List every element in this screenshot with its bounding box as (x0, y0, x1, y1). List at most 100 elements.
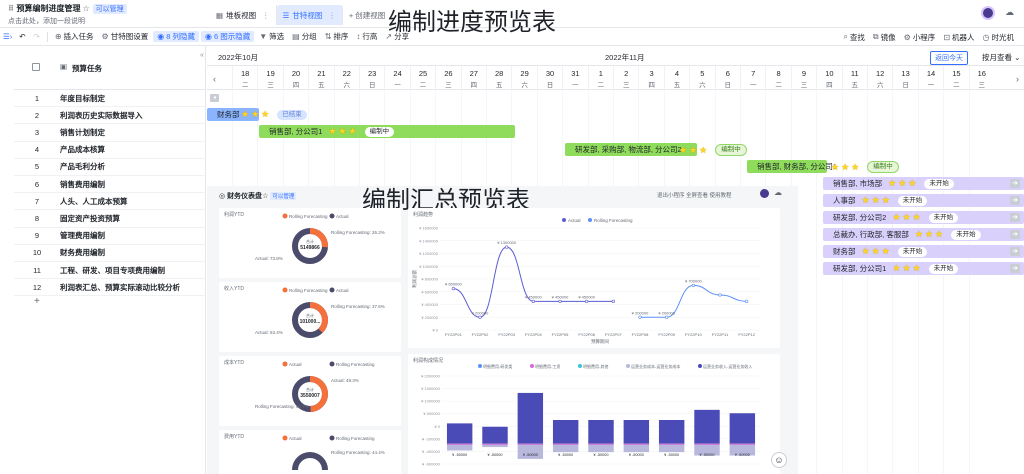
gantt-bar[interactable]: 财务部 ★★★ 未开始 ➜ (823, 245, 1024, 258)
task-name[interactable]: 人头、人工成本预算 (60, 196, 128, 207)
sidebar-toggle-icon[interactable]: ☰› (0, 32, 15, 41)
hidden-legend-button[interactable]: ◉ 6 图示隐藏 (200, 31, 255, 42)
table-row[interactable]: 11 工程、研发、项目专项费用编制 (14, 262, 206, 280)
prev-arrow-icon[interactable]: ‹ (213, 74, 216, 84)
select-all-checkbox[interactable] (32, 63, 40, 71)
table-row[interactable]: 5 产品毛利分析 (14, 159, 206, 176)
gantt-bar[interactable]: 销售部, 分公司1 ★★★ 编制中 (259, 125, 515, 138)
scroll-right-icon[interactable]: ➜ (1010, 196, 1020, 205)
task-name[interactable]: 固定资产投资预算 (60, 213, 120, 224)
gantt-bar[interactable]: 总裁办, 行政部, 客服部 ★★★ 未开始 ➜ (823, 228, 1024, 241)
dashboard-actions[interactable]: 退出小程序 全屏查看 使用教程 (657, 191, 732, 199)
column-title[interactable]: 预算任务 (72, 63, 102, 74)
data-label: ¥ -50000 (488, 453, 503, 457)
undo-icon[interactable]: ↶ (15, 32, 29, 41)
day-cell: 8二 (765, 66, 790, 90)
day-number: 16 (977, 69, 986, 78)
task-name[interactable]: 管理费用编制 (60, 230, 105, 241)
star-icon[interactable]: ☆ (262, 193, 268, 200)
scroll-right-icon[interactable]: ➜ (1010, 230, 1020, 239)
day-cell: 20 四 (282, 66, 308, 90)
task-name[interactable]: 利润表历史实际数据导入 (60, 110, 143, 121)
slice-label: Actual: 73.8% (255, 256, 283, 261)
table-row[interactable]: 12 利润表汇总、预算实际滚动比较分析 (14, 279, 206, 297)
filter-button[interactable]: ▼ 筛选 (255, 31, 288, 42)
slice-label: Actual: 63.4% (255, 330, 283, 335)
slice-label: Rolling Forecasting: 26.2% (331, 230, 385, 235)
robot-button[interactable]: ⊡ 机器人 (939, 32, 978, 43)
gantt-settings-button[interactable]: ⚙ 甘特图设置 (98, 31, 153, 42)
add-view-button[interactable]: + 创建视图 (343, 5, 391, 25)
data-label: ¥ 650000 (445, 282, 462, 287)
emoji-icon[interactable]: ☺ (771, 452, 787, 468)
group-button[interactable]: ▤ 分组 (288, 31, 321, 42)
share-button[interactable]: ↗ 分享 (381, 31, 413, 42)
insert-task-button[interactable]: ⊕ 插入任务 (51, 31, 98, 42)
sort-button[interactable]: ⇅ 排序 (321, 31, 353, 42)
grid-line (816, 90, 818, 474)
gantt-bar[interactable]: 销售部, 市场部 ★★★ 未开始 ➜ (823, 177, 1024, 190)
table-row[interactable]: 6 销售费用编制 (14, 176, 206, 194)
task-name[interactable]: 年度目标制定 (60, 93, 105, 104)
gantt-bar[interactable]: 销售部, 财务部, 分公司1 (747, 160, 837, 173)
mini-program-button[interactable]: ⚙ 小程序 (900, 32, 940, 43)
legend-marker (562, 218, 566, 222)
doc-title[interactable]: ⠿ 预算编制进度管理 ☆ 可以管理 (8, 3, 127, 14)
bar-label: 销售部, 市场部 (833, 179, 883, 188)
table-row[interactable]: 4 产品成本核算 (14, 142, 206, 159)
gantt-bar[interactable]: 研发部, 分公司1 ★★★ 未开始 ➜ (823, 262, 1024, 275)
scroll-right-icon[interactable]: ➜ (1010, 213, 1020, 222)
task-name[interactable]: 销售费用编制 (60, 179, 105, 190)
mirror-button[interactable]: ⧉ 镜像 (869, 32, 900, 43)
day-number: 4 (674, 69, 680, 78)
tab-kanban-view[interactable]: ▦ 堆板视图 ⋮ (210, 5, 277, 25)
avatar[interactable] (760, 189, 769, 198)
bar-label: 研发部, 分公司2 (833, 213, 887, 222)
gantt-bar[interactable]: 人事部 ★★★ 未开始 ➜ (823, 194, 1024, 207)
tab-gantt-view[interactable]: ☰ 甘特视图 ⋮ (276, 5, 343, 25)
hidden-columns-button[interactable]: ◉ 8 列隐藏 (153, 31, 199, 42)
next-arrow-icon[interactable]: › (1016, 74, 1019, 84)
day-number: 13 (901, 69, 910, 78)
day-cell: 30 日 (536, 66, 562, 90)
cloud-icon[interactable]: ☁ (774, 188, 782, 197)
table-row[interactable]: 3 销售计划制定 (14, 124, 206, 142)
scroll-right-icon[interactable]: ➜ (1010, 179, 1020, 188)
avatar[interactable] (981, 6, 995, 20)
table-row[interactable]: 7 人头、人工成本预算 (14, 193, 206, 211)
table-row[interactable]: 1 年度目标制定 (14, 90, 206, 108)
cloud-icon[interactable]: ☁ (1005, 7, 1014, 18)
day-cell: 18 二 (232, 66, 257, 90)
scroll-right-icon[interactable]: ➜ (1010, 247, 1020, 256)
task-name[interactable]: 销售计划制定 (60, 127, 105, 138)
back-today-button[interactable]: 返回今天 (930, 51, 968, 65)
bar (482, 426, 508, 444)
task-name[interactable]: 产品毛利分析 (60, 161, 105, 172)
task-name[interactable]: 利润表汇总、预算实际滚动比较分析 (60, 282, 180, 293)
dashboard-panel: ◎ 财务仪表盘☆ 可以管理 编制汇总预览表 退出小程序 全屏查看 使用教程 ☁ 利… (207, 186, 798, 474)
doc-title-text[interactable]: 预算编制进度管理 (16, 4, 80, 13)
more-icon[interactable]: ⋮ (262, 11, 270, 20)
row-height-button[interactable]: ↕ 行高 (352, 31, 381, 42)
table-row[interactable]: 2 利润表历史实际数据导入 (14, 107, 206, 125)
doc-description[interactable]: 点击此处，添加一段说明 (8, 16, 85, 26)
more-icon[interactable]: ⋮ (328, 11, 336, 20)
table-row[interactable]: 9 管理费用编制 (14, 228, 206, 245)
time-machine-button[interactable]: ◷ 时光机 (979, 32, 1018, 43)
scale-select[interactable]: 按月查看 ⌄ (982, 52, 1020, 63)
redo-icon[interactable]: ↷ (30, 32, 44, 41)
table-row[interactable]: 8 固定资产投资预算 (14, 210, 206, 228)
add-row-button[interactable]: + (14, 296, 206, 310)
gantt-bar[interactable]: 研发部, 采购部, 物流部, 分公司2 (565, 143, 697, 156)
search-button[interactable]: ⌕ 查找 (839, 32, 868, 43)
rating-stars: ★★★ (328, 126, 359, 136)
task-name[interactable]: 工程、研发、项目专项费用编制 (60, 265, 165, 276)
task-name[interactable]: 产品成本核算 (60, 144, 105, 155)
task-name[interactable]: 财务费用编制 (60, 247, 105, 258)
scroll-left-icon[interactable]: ◂ (210, 94, 219, 102)
favorite-star-icon[interactable]: ☆ (82, 4, 89, 13)
gantt-bar[interactable]: 研发部, 分公司2 ★★★ 未开始 ➜ (823, 211, 1024, 224)
scroll-right-icon[interactable]: ➜ (1010, 264, 1020, 273)
collapse-icon[interactable]: « (200, 52, 204, 59)
table-row[interactable]: 10 财务费用编制 (14, 245, 206, 262)
